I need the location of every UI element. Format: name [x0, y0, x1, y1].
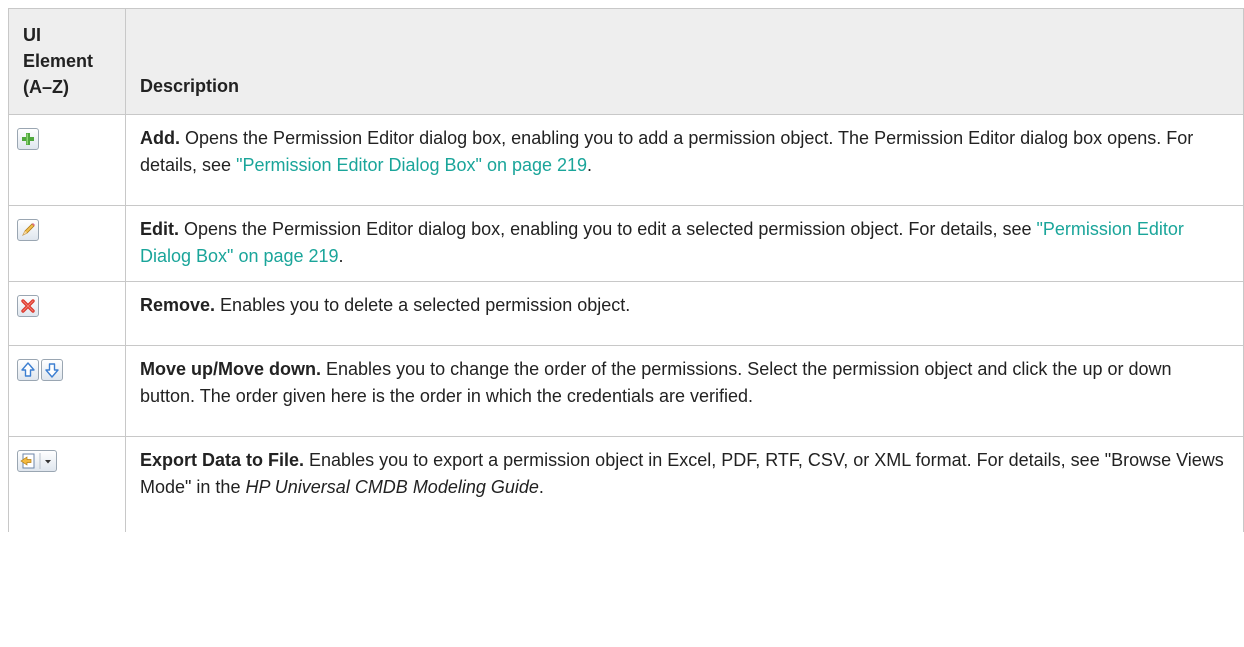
- icon-cell: [8, 205, 126, 282]
- element-title: Add.: [140, 128, 180, 148]
- ui-element-column-header: UI Element (A–Z): [8, 8, 126, 115]
- description-cell: Export Data to File. Enables you to expo…: [125, 436, 1244, 532]
- description-cell: Remove. Enables you to delete a selected…: [125, 281, 1244, 346]
- description-text: Enables you to delete a selected permiss…: [215, 295, 631, 315]
- table-row: Edit. Opens the Permission Editor dialog…: [8, 205, 1244, 282]
- table-row: Export Data to File. Enables you to expo…: [8, 436, 1244, 532]
- move-down-icon: [41, 359, 63, 381]
- move-up-icon: [17, 359, 39, 381]
- icon-cell: [8, 345, 126, 437]
- icon-cell: [8, 281, 126, 346]
- remove-x-icon: [17, 295, 39, 317]
- export-data-icon: [17, 450, 57, 472]
- description-cell: Edit. Opens the Permission Editor dialog…: [125, 205, 1244, 282]
- table-row: Remove. Enables you to delete a selected…: [8, 281, 1244, 346]
- ui-elements-table: UI Element (A–Z) Description Add. Opens th…: [8, 8, 1244, 532]
- element-title: Edit.: [140, 219, 179, 239]
- permission-editor-link[interactable]: "Permission Editor Dialog Box" on page 2…: [236, 155, 587, 175]
- element-title: Remove.: [140, 295, 216, 315]
- element-title: Move up/Move down.: [140, 359, 322, 379]
- table-header-row: UI Element (A–Z) Description: [8, 8, 1244, 115]
- table-row: Add. Opens the Permission Editor dialog …: [8, 114, 1244, 206]
- description-cell: Add. Opens the Permission Editor dialog …: [125, 114, 1244, 206]
- element-title: Export Data to File.: [140, 450, 305, 470]
- description-text: Opens the Permission Editor dialog box, …: [179, 219, 1037, 239]
- description-cell: Move up/Move down. Enables you to change…: [125, 345, 1244, 437]
- table-row: Move up/Move down. Enables you to change…: [8, 345, 1244, 437]
- guide-title: HP Universal CMDB Modeling Guide: [245, 477, 539, 497]
- add-icon: [17, 128, 39, 150]
- edit-pencil-icon: [17, 219, 39, 241]
- description-column-header: Description: [125, 8, 1244, 115]
- icon-cell: [8, 114, 126, 206]
- icon-cell: [8, 436, 126, 532]
